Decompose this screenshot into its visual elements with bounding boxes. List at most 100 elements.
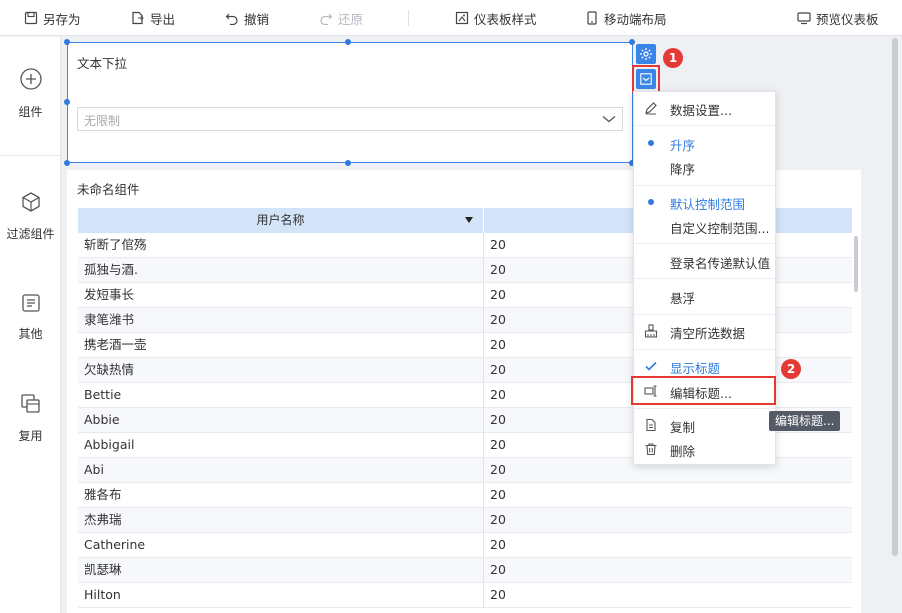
table-row[interactable]: Catherine 20 xyxy=(78,533,852,558)
menu-item-custom-range[interactable]: 自定义控制范围... xyxy=(634,215,775,237)
table-row[interactable]: 杰弗瑞 20 xyxy=(78,508,852,533)
menu-item-delete[interactable]: 删除 xyxy=(634,438,775,460)
save-icon xyxy=(24,11,38,25)
top-toolbar: 另存为 导出 撤销 还原 仪表板样式 移动端布局 预览仪表板 xyxy=(0,0,902,36)
menu-divider xyxy=(634,185,775,186)
menu-item-ascending[interactable]: 升序 xyxy=(634,132,775,154)
save-as-label: 另存为 xyxy=(43,11,81,27)
menu-item-default-range[interactable]: 默认控制范围 xyxy=(634,191,775,213)
cell-username: Bettie xyxy=(78,383,484,407)
cell-value: 20 xyxy=(490,587,506,602)
cell-value: 20 xyxy=(490,537,506,552)
sidebar-item-components[interactable]: 组件 xyxy=(0,67,61,120)
resize-handle[interactable] xyxy=(345,39,351,45)
table-scrollbar-thumb[interactable] xyxy=(854,236,858,292)
cell-username: 杰弗瑞 xyxy=(78,508,484,532)
cell-username: 携老酒一壶 xyxy=(78,333,484,357)
highlight-box-step-2 xyxy=(631,376,776,405)
trash-icon xyxy=(645,443,657,456)
cell-username: Abbie xyxy=(78,408,484,432)
sidebar-item-filter[interactable]: 过滤组件 xyxy=(0,191,61,242)
cell-username: 孤独与酒. xyxy=(78,258,484,282)
selected-dot-icon xyxy=(648,199,654,205)
table-row[interactable]: 雅各布 20 xyxy=(78,483,852,508)
resize-handle[interactable] xyxy=(629,39,635,45)
menu-item-descending[interactable]: 降序 xyxy=(634,156,775,178)
menu-divider xyxy=(634,243,775,244)
canvas-scrollbar-thumb[interactable] xyxy=(892,38,898,556)
menu-divider xyxy=(634,349,775,350)
cell-username: 发短事长 xyxy=(78,283,484,307)
resize-handle[interactable] xyxy=(64,160,70,166)
cell-username: Abbigail xyxy=(78,433,484,457)
menu-item-label: 默认控制范围 xyxy=(670,197,746,212)
preview-label: 预览仪表板 xyxy=(816,11,879,27)
undo-label: 撤销 xyxy=(244,11,270,27)
resize-handle[interactable] xyxy=(64,99,70,105)
menu-item-login-default[interactable]: 登录名传递默认值 xyxy=(634,250,775,272)
check-icon xyxy=(645,361,657,371)
pencil-icon xyxy=(645,102,657,115)
menu-item-data-settings[interactable]: 数据设置... xyxy=(634,97,775,119)
table-widget-title: 未命名组件 xyxy=(77,182,140,197)
menu-divider xyxy=(634,314,775,315)
dropdown-select[interactable]: 无限制 xyxy=(77,107,623,131)
sidebar-item-label: 复用 xyxy=(18,429,43,443)
cell-username: Hilton xyxy=(78,583,484,607)
menu-divider xyxy=(634,278,775,279)
menu-item-label: 升序 xyxy=(670,138,696,153)
widget-title: 文本下拉 xyxy=(77,56,128,71)
cell-username: 隶笔潍书 xyxy=(78,308,484,332)
text-dropdown-widget[interactable]: 文本下拉 无限制 xyxy=(67,42,633,163)
menu-item-clear-selected[interactable]: 清空所选数据 xyxy=(634,320,775,342)
highlight-box-step-1 xyxy=(632,65,660,93)
resize-handle[interactable] xyxy=(345,160,351,166)
sidebar-item-other[interactable]: 其他 xyxy=(0,293,61,342)
cube-icon xyxy=(21,192,40,212)
menu-item-float[interactable]: 悬浮 xyxy=(634,285,775,307)
redo-button[interactable]: 还原 xyxy=(319,0,363,36)
toolbar-divider xyxy=(408,10,409,26)
sort-down-icon[interactable] xyxy=(465,217,473,223)
save-as-button[interactable]: 另存为 xyxy=(24,0,81,36)
menu-item-label: 清空所选数据 xyxy=(670,326,746,341)
undo-button[interactable]: 撤销 xyxy=(225,0,269,36)
cell-value: 20 xyxy=(490,487,506,502)
table-row[interactable]: 凯瑟琳 20 xyxy=(78,558,852,583)
menu-item-label: 降序 xyxy=(670,162,696,177)
mobile-layout-button[interactable]: 移动端布局 xyxy=(585,0,667,36)
menu-item-show-title[interactable]: 显示标题 xyxy=(634,355,775,377)
menu-item-copy[interactable]: 复制 xyxy=(634,414,775,436)
mobile-layout-label: 移动端布局 xyxy=(604,11,667,27)
step-badge-1: 1 xyxy=(663,48,683,68)
resize-handle[interactable] xyxy=(64,39,70,45)
mobile-icon xyxy=(587,11,597,25)
cell-username: Catherine xyxy=(78,533,484,557)
brush-icon xyxy=(644,324,658,338)
edit-title-tooltip: 编辑标题... xyxy=(769,411,841,431)
dropdown-placeholder: 无限制 xyxy=(84,114,121,128)
menu-item-label: 删除 xyxy=(670,444,696,459)
palette-icon xyxy=(455,11,469,25)
menu-item-label: 登录名传递默认值 xyxy=(670,256,771,271)
column-header-label: 用户名称 xyxy=(256,213,305,227)
preview-dashboard-button[interactable]: 预览仪表板 xyxy=(797,0,879,36)
widget-context-menu: 数据设置... 升序 降序 默认控制范围 自定义控制范围... 登录名传递默认值… xyxy=(633,91,776,465)
gear-icon xyxy=(640,48,652,60)
dashboard-style-button[interactable]: 仪表板样式 xyxy=(455,0,537,36)
column-header-username[interactable]: 用户名称 xyxy=(78,208,484,233)
table-row[interactable]: Hilton 20 xyxy=(78,583,852,608)
reuse-icon xyxy=(20,394,40,413)
document-icon xyxy=(21,294,40,312)
cell-username: 凯瑟琳 xyxy=(78,558,484,582)
menu-item-label: 复制 xyxy=(670,420,696,435)
sidebar-item-label: 其他 xyxy=(18,327,43,341)
sidebar-divider xyxy=(0,155,61,156)
export-button[interactable]: 导出 xyxy=(131,0,175,36)
redo-label: 还原 xyxy=(338,11,364,27)
widget-settings-button[interactable] xyxy=(636,44,656,64)
dashboard-style-label: 仪表板样式 xyxy=(474,11,537,27)
export-icon xyxy=(132,11,144,25)
sidebar-item-reuse[interactable]: 复用 xyxy=(0,393,61,444)
export-label: 导出 xyxy=(150,11,176,27)
